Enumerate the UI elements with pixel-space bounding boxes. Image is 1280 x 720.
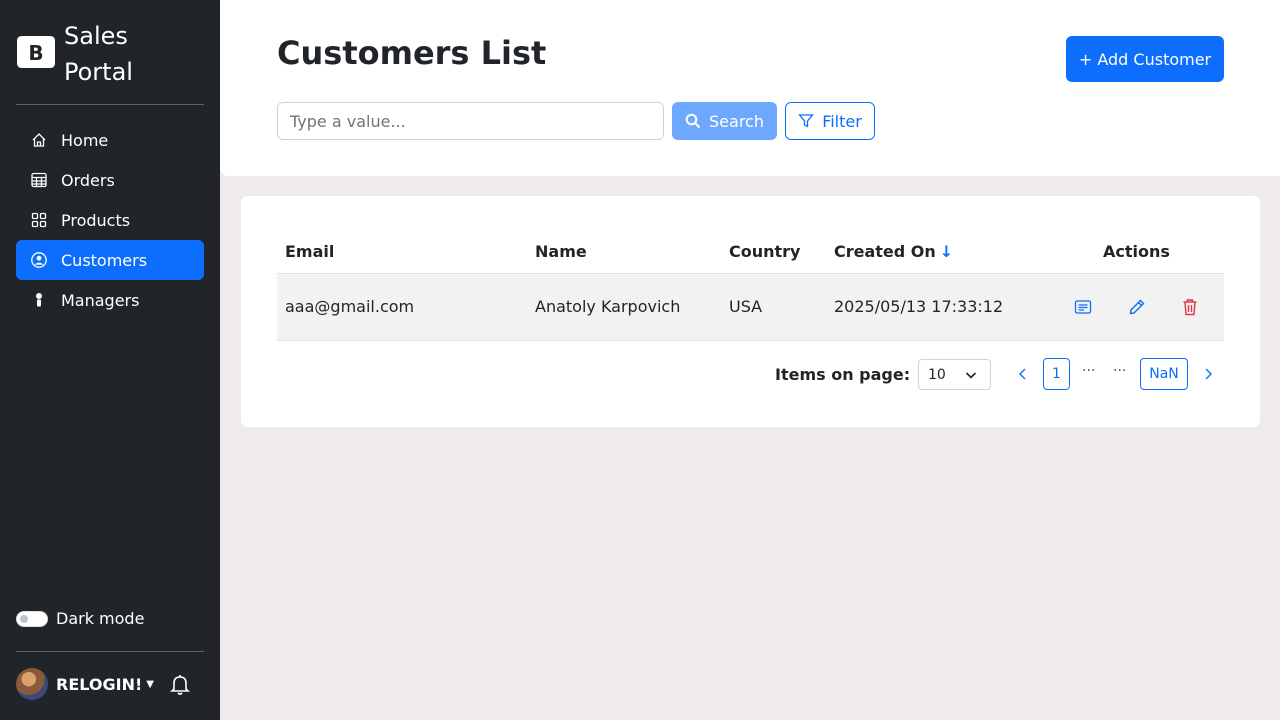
page-header: Customers List + Add Customer Search Fil… [220,0,1280,176]
table-header: Email Name Country Created On ↓ Actions [277,232,1224,274]
sidebar-nav: Home Orders Products Customers Managers [16,120,204,320]
column-header-created-on-label: Created On [834,242,936,261]
bell-icon[interactable] [168,672,192,696]
column-header-actions: Actions [1103,242,1170,261]
search-icon [685,113,701,129]
sidebar-item-label: Customers [61,250,148,270]
brand-line-2: Portal [64,58,133,86]
search-button-label: Search [709,111,764,131]
trash-icon[interactable] [1180,297,1200,317]
brand-name: Sales Portal [64,18,133,90]
caret-down-icon: ▼ [146,678,154,690]
sidebar-item-home[interactable]: Home [16,120,204,160]
page-button-last[interactable]: NaN [1140,358,1188,390]
toggle-knob [20,614,28,623]
cell-country: USA [729,297,763,316]
sidebar-item-label: Managers [61,290,140,310]
page-button-1[interactable]: 1 [1043,358,1070,390]
sidebar-item-managers[interactable]: Managers [16,280,204,320]
brand[interactable]: B Sales Portal [16,18,133,90]
pagination-ellipsis[interactable]: ··· [1113,363,1126,379]
user-menu[interactable]: RELOGIN! ▼ [16,668,192,700]
cell-name: Anatoly Karpovich [535,297,681,316]
column-header-created-on[interactable]: Created On ↓ [834,242,953,261]
sidebar-divider-bottom [16,651,204,652]
pagination-bar: Items on page: 10 1 ··· ··· NaN [241,358,1260,390]
column-header-name[interactable]: Name [535,242,587,261]
sidebar-item-label: Home [61,130,109,150]
sidebar-divider [16,104,204,105]
pencil-icon[interactable] [1127,297,1147,317]
page-size-value: 10 [928,366,946,383]
table-icon [30,171,48,189]
cell-email: aaa@gmail.com [285,297,415,316]
dark-mode-label: Dark mode [56,609,145,628]
pagination-ellipsis[interactable]: ··· [1082,363,1095,379]
filter-button-label: Filter [822,111,862,131]
person-circle-icon [30,251,48,269]
sidebar-item-orders[interactable]: Orders [16,160,204,200]
table-row[interactable]: aaa@gmail.com Anatoly Karpovich USA 2025… [277,274,1224,341]
column-header-email[interactable]: Email [285,242,334,261]
sort-arrow-down-icon: ↓ [939,242,954,261]
sidebar-item-label: Products [61,210,131,230]
page-title: Customers List [277,34,547,72]
house-icon [30,131,48,149]
sidebar: B Sales Portal Home Orders Products Cust… [0,0,220,720]
bootstrap-logo-icon: B [16,32,56,72]
sidebar-item-products[interactable]: Products [16,200,204,240]
person-standing-icon [30,291,48,309]
dark-mode-toggle[interactable] [16,610,48,627]
search-input[interactable] [277,102,664,140]
svg-text:B: B [28,41,43,65]
chevron-down-icon [965,372,977,379]
sidebar-item-label: Orders [61,170,115,190]
cell-created-on: 2025/05/13 17:33:12 [834,297,1004,316]
dark-mode-switch[interactable]: Dark mode [16,609,144,628]
grid-icon [30,211,48,229]
add-customer-button[interactable]: + Add Customer [1066,36,1224,82]
funnel-icon [798,114,815,128]
page-size-select[interactable]: 10 [918,359,991,390]
search-button[interactable]: Search [672,102,777,140]
items-on-page-label: Items on page: [775,365,911,384]
chevron-right-icon[interactable] [1200,366,1216,382]
avatar [16,668,48,700]
sidebar-item-customers[interactable]: Customers [16,240,204,280]
brand-line-1: Sales [64,22,128,50]
filter-button[interactable]: Filter [785,102,875,140]
column-header-country[interactable]: Country [729,242,800,261]
details-icon[interactable] [1073,297,1093,317]
customers-table-card: Email Name Country Created On ↓ Actions a… [241,196,1260,427]
user-name: RELOGIN! [56,674,143,694]
chevron-left-icon[interactable] [1015,366,1031,382]
